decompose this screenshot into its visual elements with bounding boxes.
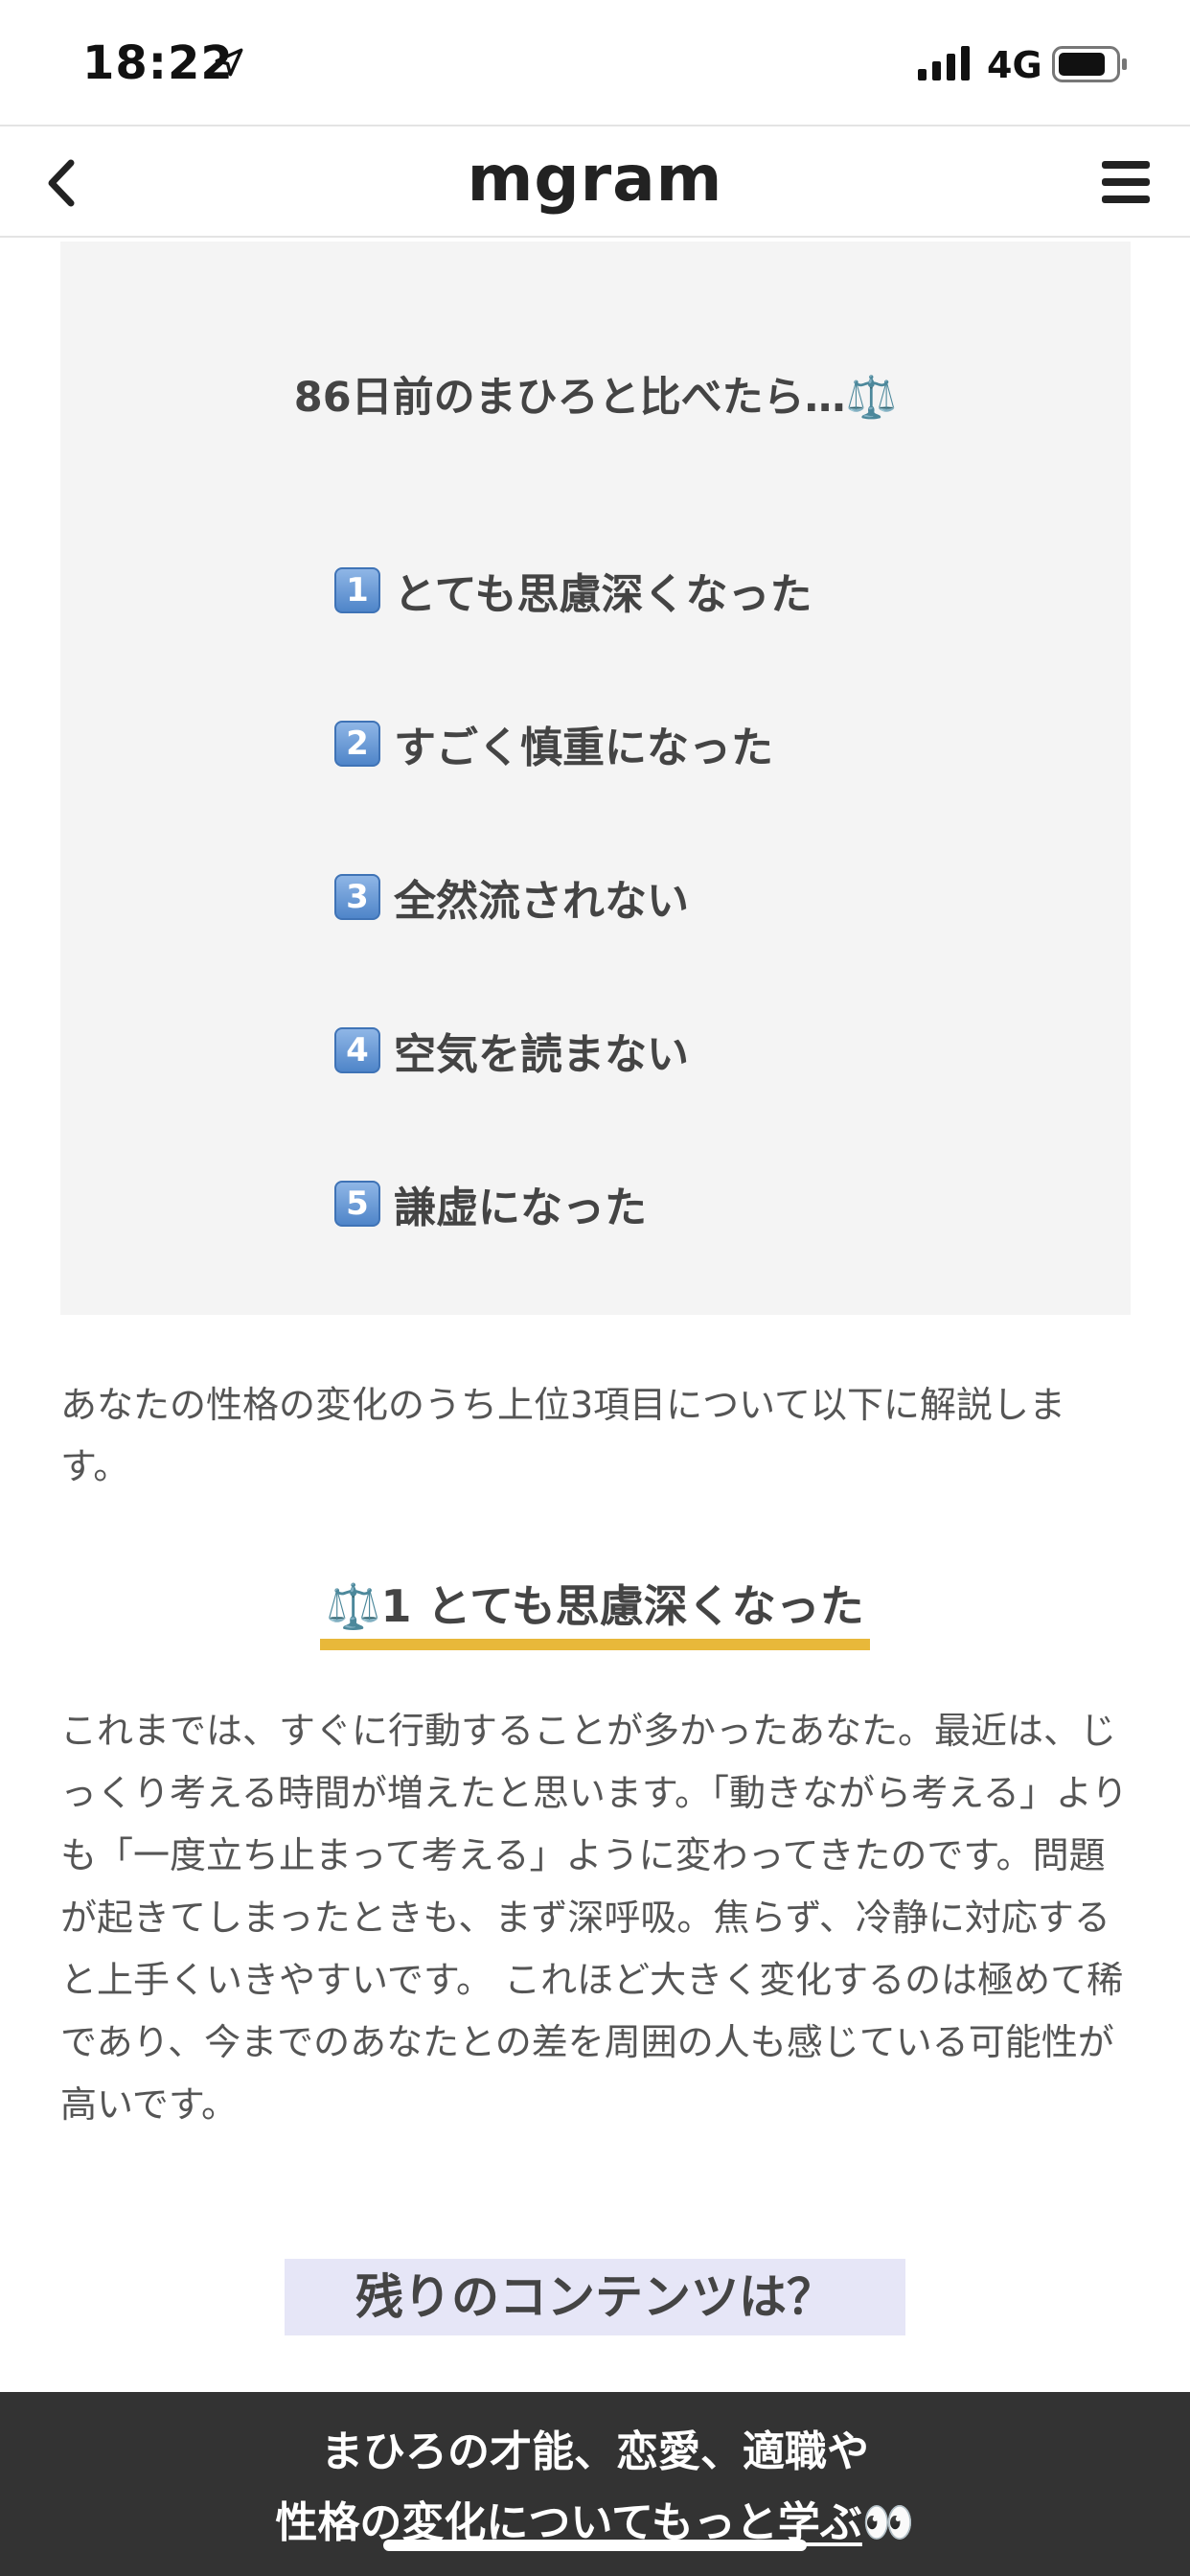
rank-badge: 1 <box>334 567 380 613</box>
rank-badge: 4 <box>334 1027 380 1073</box>
nav-bar: mgram <box>0 125 1190 238</box>
eyes-emoji: 👀 <box>861 2498 915 2547</box>
rank-text: 空気を読まない <box>394 1030 689 1079</box>
battery-icon <box>1052 46 1127 82</box>
cta-line1: まひろの才能、恋愛、適職や <box>321 2427 869 2476</box>
list-item: 3 全然流されない <box>334 820 812 974</box>
list-item: 5 謙虚になった <box>334 1127 812 1280</box>
summary-heading: 86日前のまひろと比べたら…⚖️ <box>293 374 898 422</box>
status-time: 18:22 <box>82 36 234 90</box>
list-item: 1 とても思慮深くなった <box>334 514 812 667</box>
network-label: 4G <box>987 44 1042 86</box>
remaining-contents-heading: 残りのコンテンツは？ <box>285 2259 905 2335</box>
cta-line2-prefix: 性格の <box>275 2498 402 2547</box>
signal-bars-icon <box>918 46 970 80</box>
hamburger-menu-icon[interactable] <box>1100 159 1152 205</box>
rank-text: 謙虚になった <box>394 1184 647 1232</box>
rank-badge: 3 <box>334 874 380 920</box>
home-indicator <box>383 2540 807 2551</box>
detail-paragraph: これまでは、すぐに行動することが多かったあなた。最近は、じっくり考える時間が増え… <box>60 1710 1129 2126</box>
list-item: 4 空気を読まない <box>334 974 812 1127</box>
list-item: 2 すごく慎重になった <box>334 667 812 820</box>
rank-text: 全然流されない <box>394 877 689 926</box>
section-heading: ⚖️1 とても思慮深くなった <box>0 1572 1190 1650</box>
rank-list: 1 とても思慮深くなった 2 すごく慎重になった 3 全然流されない 4 空気を… <box>334 514 812 1280</box>
location-arrow-icon <box>215 48 243 77</box>
summary-card: 86日前のまひろと比べたら…⚖️ 1 とても思慮深くなった 2 すごく慎重になっ… <box>60 242 1131 1315</box>
rank-text: とても思慮深くなった <box>394 570 812 619</box>
intro-paragraph: あなたの性格の変化のうち上位3項目について以下に解説します。 <box>60 1384 1066 1487</box>
status-bar: 18:22 4G <box>0 0 1190 125</box>
rank-text: すごく慎重になった <box>394 724 773 772</box>
rank-badge: 2 <box>334 721 380 767</box>
rank-badge: 5 <box>334 1181 380 1227</box>
section-heading-text: ⚖️1 とても思慮深くなった <box>320 1572 870 1650</box>
brand-title: mgram <box>467 142 723 216</box>
